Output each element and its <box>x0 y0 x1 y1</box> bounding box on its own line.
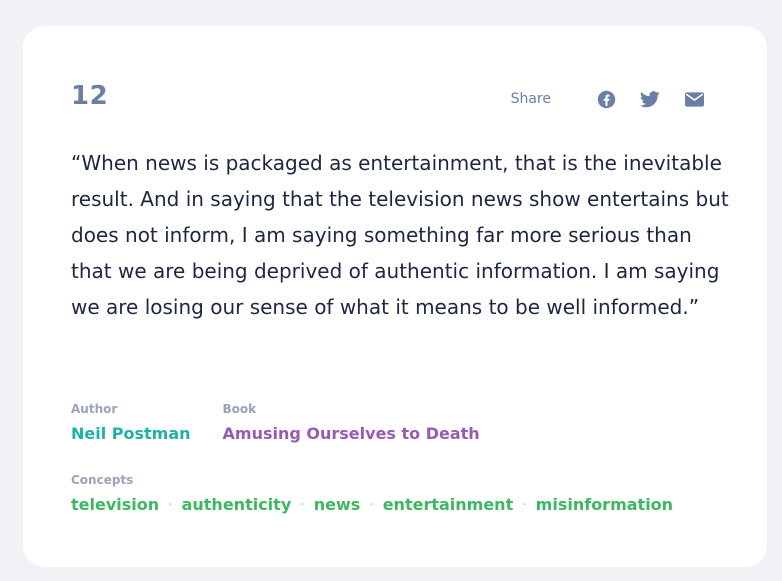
concept-separator: · <box>168 496 173 513</box>
book-link[interactable]: Amusing Ourselves to Death <box>223 424 480 443</box>
quote-number: 12 <box>71 81 109 111</box>
concept-list: television · authenticity · news · enter… <box>71 495 673 514</box>
concept-separator: · <box>522 496 527 513</box>
quote-meta: Author Neil Postman Book Amusing Ourselv… <box>71 402 512 443</box>
book-label: Book <box>222 402 257 416</box>
concept-link[interactable]: misinformation <box>536 495 673 514</box>
email-share-button[interactable] <box>683 88 705 110</box>
concepts-block: Concepts television · authenticity · new… <box>71 473 673 514</box>
author-link[interactable]: Neil Postman <box>71 424 191 443</box>
quote-card: 12 Share “When news is packaged as enter… <box>23 26 767 567</box>
concept-link[interactable]: authenticity <box>182 495 292 514</box>
concept-link[interactable]: television <box>71 495 159 514</box>
author-block: Author Neil Postman <box>71 402 191 443</box>
twitter-share-button[interactable] <box>639 88 661 110</box>
share-label: Share <box>510 91 551 107</box>
share-bar: Share <box>511 88 705 110</box>
book-block: Book Amusing Ourselves to Death <box>223 402 480 443</box>
concept-link[interactable]: news <box>314 495 361 514</box>
concept-link[interactable]: entertainment <box>383 495 514 514</box>
email-icon <box>684 91 704 107</box>
concept-separator: · <box>369 496 374 513</box>
concept-separator: · <box>300 496 305 513</box>
facebook-icon <box>597 90 615 108</box>
concepts-label: Concepts <box>71 473 134 487</box>
facebook-share-button[interactable] <box>595 88 617 110</box>
twitter-icon <box>640 90 660 107</box>
quote-text: “When news is packaged as entertainment,… <box>71 151 729 319</box>
author-label: Author <box>71 402 118 416</box>
